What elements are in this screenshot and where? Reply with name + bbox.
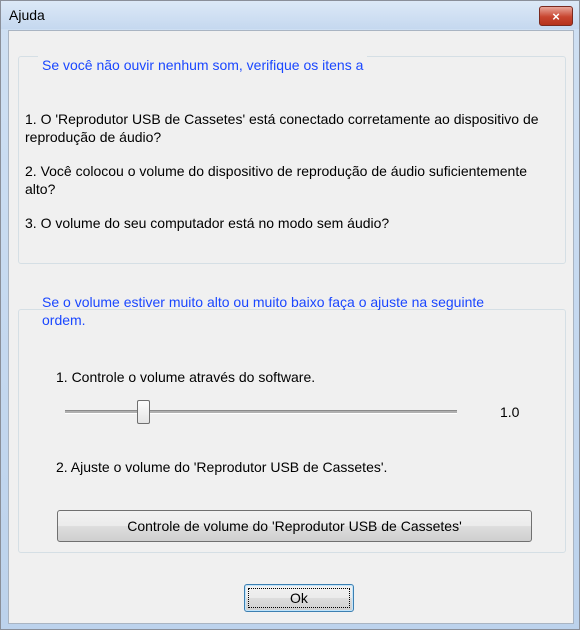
step-2-label: 2. Ajuste o volume do 'Reprodutor USB de… — [56, 459, 388, 475]
window-title: Ajuda — [9, 7, 45, 23]
title-bar[interactable]: Ajuda × — [1, 1, 579, 29]
check-item-1: 1. O 'Reprodutor USB de Cassetes' está c… — [25, 111, 539, 145]
ok-button[interactable]: Ok — [244, 584, 354, 612]
dialog-client-area: Se você não ouvir nenhum som, verifique … — [8, 30, 574, 624]
device-volume-control-button-label: Controle de volume do 'Reprodutor USB de… — [127, 518, 462, 534]
volume-slider-thumb[interactable] — [137, 400, 150, 424]
volume-slider-track — [65, 410, 457, 414]
close-button[interactable]: × — [539, 6, 573, 26]
check-item-3: 3. O volume do seu computador está no mo… — [25, 215, 390, 231]
adjust-volume-group-title: Se o volume estiver muito alto ou muito … — [42, 294, 485, 328]
volume-slider[interactable] — [65, 399, 457, 425]
volume-value: 1.0 — [500, 404, 520, 420]
device-volume-control-button[interactable]: Controle de volume do 'Reprodutor USB de… — [57, 510, 532, 542]
step-1-label: 1. Controle o volume através do software… — [56, 369, 316, 385]
check-items-group-title: Se você não ouvir nenhum som, verifique … — [38, 56, 368, 74]
close-icon: × — [552, 8, 560, 24]
help-dialog: Ajuda × Se você não ouvir nenhum som, ve… — [0, 0, 580, 630]
check-item-2: 2. Você colocou o volume do dispositivo … — [25, 163, 527, 197]
focus-rectangle — [248, 588, 350, 608]
check-items-group — [18, 56, 566, 264]
